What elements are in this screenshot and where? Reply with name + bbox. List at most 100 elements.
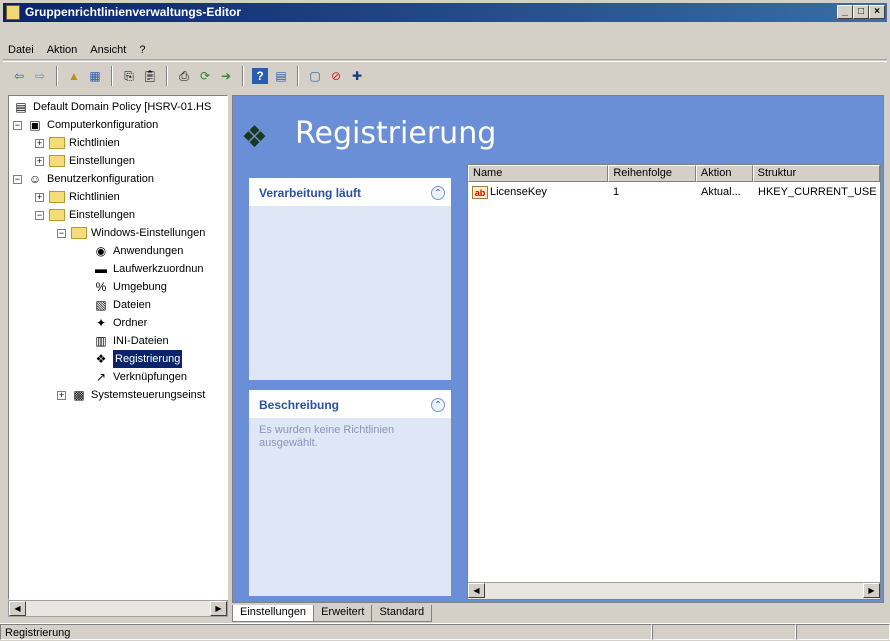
tree-item[interactable]: ▬ Laufwerkzuordnun: [93, 260, 204, 278]
new-item-icon[interactable]: ▢: [307, 68, 323, 84]
tab-erweitert[interactable]: Erweitert: [313, 605, 373, 622]
back-arrow-icon[interactable]: ⇦: [11, 68, 27, 84]
tree-item-label: Systemsteuerungseinst: [91, 389, 206, 401]
list-horizontal-scrollbar[interactable]: ◀ ▶: [468, 582, 880, 599]
description-panel-body: Es wurden keine Richtlinien ausgewählt.: [259, 424, 395, 449]
tree-item[interactable]: ▤ Default Domain Policy [HSRV-01.HS: [13, 98, 211, 116]
show-hide-tree-icon[interactable]: ▦: [87, 68, 103, 84]
registry-header-icon: ❖: [241, 121, 268, 154]
shortcut-icon: ↗: [95, 370, 107, 384]
collapse-minus-icon[interactable]: −: [13, 174, 22, 184]
tree-item-label: Verknüpfungen: [113, 371, 188, 383]
tree-item[interactable]: + Einstellungen: [35, 152, 135, 170]
stop-icon[interactable]: ⊘: [328, 68, 344, 84]
help-icon[interactable]: ?: [252, 67, 268, 84]
scroll-left-arrow-icon[interactable]: ◀: [468, 583, 485, 598]
tree-item[interactable]: − ☺ Benutzerkonfiguration: [13, 170, 154, 188]
up-folder-icon[interactable]: ▲: [66, 68, 82, 84]
column-header-order[interactable]: Reihenfolge: [608, 165, 696, 182]
menu-help[interactable]: ?: [139, 44, 145, 56]
menu-datei[interactable]: Datei: [8, 44, 34, 56]
tree-item-label: Laufwerkzuordnun: [113, 263, 204, 275]
tree-item[interactable]: ▥ INI-Dateien: [93, 332, 169, 350]
tree-item[interactable]: ❖ Registrierung: [93, 350, 183, 368]
view-tabs: Einstellungen Erweitert Standard: [232, 604, 433, 622]
registry-icon: ❖: [95, 352, 107, 366]
maximize-button[interactable]: □: [853, 5, 869, 19]
drive-map-icon: ▬: [95, 262, 107, 276]
column-header-name[interactable]: Name: [468, 165, 609, 182]
policy-icon: ▤: [15, 100, 27, 114]
tree-item[interactable]: − ▣ Computerkonfiguration: [13, 116, 158, 134]
expand-plus-icon[interactable]: +: [35, 192, 44, 202]
tree-item[interactable]: − Einstellungen: [35, 206, 135, 224]
tree-item[interactable]: ↗ Verknüpfungen: [93, 368, 187, 386]
collapse-chevron-icon[interactable]: ⌃: [431, 398, 445, 412]
column-header-action[interactable]: Aktion: [695, 165, 753, 182]
settings-list[interactable]: Name Reihenfolge Aktion Struktur ab Lice…: [467, 164, 881, 600]
tree-item[interactable]: + Richtlinien: [35, 134, 120, 152]
folder-star-icon: ✦: [95, 316, 107, 330]
close-button[interactable]: ×: [869, 5, 885, 19]
expand-plus-icon[interactable]: +: [35, 156, 44, 166]
tree-item-label: Ordner: [113, 317, 148, 329]
control-panel-folder-icon: ▩: [73, 388, 85, 402]
tree-item-label: Benutzerkonfiguration: [47, 173, 155, 185]
collapse-minus-icon[interactable]: −: [35, 210, 44, 220]
refresh-icon[interactable]: ⟳: [197, 68, 213, 84]
expand-plus-icon[interactable]: +: [35, 138, 44, 148]
ini-file-icon: ▥: [95, 334, 107, 348]
menu-aktion[interactable]: Aktion: [47, 44, 78, 56]
status-bar: Registrierung: [0, 623, 890, 641]
column-header-hive[interactable]: Struktur: [752, 165, 880, 182]
scroll-right-arrow-icon[interactable]: ▶: [863, 583, 880, 598]
collapse-minus-icon[interactable]: −: [13, 120, 22, 130]
print-icon[interactable]: ⎙: [176, 68, 192, 84]
window-title: Gruppenrichtlinienverwaltungs-Editor: [25, 5, 242, 19]
tree-view[interactable]: ▤ Default Domain Policy [HSRV-01.HS − ▣ Comp…: [8, 95, 228, 600]
environment-icon: %: [95, 280, 107, 294]
scroll-left-arrow-icon[interactable]: ◀: [9, 601, 26, 616]
tree-item[interactable]: ▧ Dateien: [93, 296, 151, 314]
tree-item[interactable]: − Windows-Einstellungen: [57, 224, 205, 242]
scroll-right-arrow-icon[interactable]: ▶: [210, 601, 227, 616]
processing-panel: Verarbeitung läuft ⌃: [249, 178, 451, 380]
processing-panel-body: [249, 206, 451, 218]
status-text: Registrierung: [0, 624, 652, 640]
tree-item-label: Umgebung: [113, 281, 167, 293]
forward-arrow-icon[interactable]: ⇨: [32, 68, 48, 84]
copy-icon[interactable]: ⎘: [121, 68, 137, 84]
tree-item-label: Dateien: [113, 299, 151, 311]
menu-ansicht[interactable]: Ansicht: [90, 44, 126, 56]
title-bar[interactable]: Gruppenrichtlinienverwaltungs-Editor _ □…: [3, 3, 887, 22]
row-order: 1: [613, 186, 620, 198]
list-row[interactable]: ab LicenseKey 1 Aktual... HKEY_CURRENT_U…: [468, 184, 882, 200]
tree-item[interactable]: % Umgebung: [93, 278, 167, 296]
collapse-chevron-icon[interactable]: ⌃: [431, 186, 445, 200]
properties-icon[interactable]: ▤: [273, 68, 289, 84]
tree-item-label: Computerkonfiguration: [47, 119, 159, 131]
add-icon[interactable]: ✚: [349, 68, 365, 84]
tree-item[interactable]: + Richtlinien: [35, 188, 120, 206]
expand-plus-icon[interactable]: +: [57, 390, 66, 400]
tree-horizontal-scrollbar[interactable]: ◀ ▶: [8, 600, 228, 617]
export-list-icon[interactable]: ➔: [218, 68, 234, 84]
list-header: Name Reihenfolge Aktion Struktur: [468, 165, 880, 182]
tree-item[interactable]: + ▩ Systemsteuerungseinst: [57, 386, 205, 404]
folder-icon: [49, 209, 65, 221]
row-action: Aktual...: [701, 186, 741, 198]
paste-icon[interactable]: 📋︎: [142, 68, 158, 84]
folder-icon: [49, 155, 65, 167]
tree-item[interactable]: ✦ Ordner: [93, 314, 147, 332]
tab-standard[interactable]: Standard: [371, 605, 433, 622]
files-icon: ▧: [95, 298, 107, 312]
computer-icon: ▣: [29, 118, 41, 132]
minimize-button[interactable]: _: [837, 5, 853, 19]
tree-item-label: Registrierung: [113, 350, 183, 368]
tree-item[interactable]: ◉ Anwendungen: [93, 242, 184, 260]
tree-item-label: INI-Dateien: [113, 335, 169, 347]
tab-einstellungen[interactable]: Einstellungen: [232, 605, 315, 622]
collapse-minus-icon[interactable]: −: [57, 228, 66, 238]
users-icon: ☺: [28, 172, 42, 186]
menu-bar: Datei Aktion Ansicht ?: [3, 40, 887, 60]
